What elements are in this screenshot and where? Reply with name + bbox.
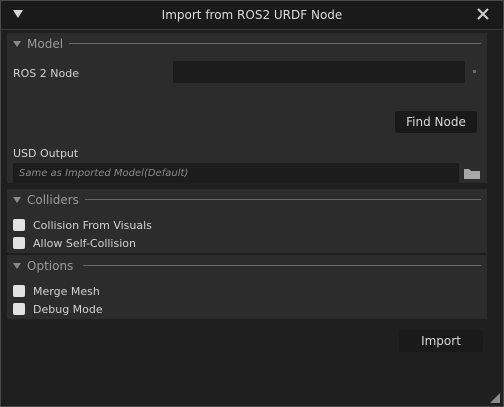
import-dialog: Import from ROS2 URDF Node Model ROS 2 N… (0, 0, 504, 407)
folder-icon[interactable] (463, 167, 481, 180)
model-section-label: Model (27, 37, 64, 51)
status-indicator (473, 70, 476, 73)
colliders-section: Colliders Collision From Visuals Allow S… (7, 189, 487, 253)
collapse-triangle-icon (13, 263, 21, 269)
debug-mode-checkbox[interactable] (13, 303, 25, 315)
colliders-section-label: Colliders (27, 193, 79, 207)
ros2-node-label: ROS 2 Node (13, 67, 79, 80)
title-bar: Import from ROS2 URDF Node (1, 1, 503, 30)
merge-mesh-label: Merge Mesh (33, 285, 100, 298)
collapse-triangle-icon (13, 41, 21, 47)
collapse-triangle-icon (13, 197, 21, 203)
find-node-button[interactable]: Find Node (395, 111, 477, 133)
usd-output-placeholder: Same as Imported Model(Default) (19, 168, 189, 179)
import-button[interactable]: Import (399, 330, 483, 352)
usd-output-input[interactable]: Same as Imported Model(Default) (13, 163, 459, 183)
usd-output-label: USD Output (13, 147, 79, 160)
resize-grip-icon[interactable] (490, 393, 500, 403)
allow-self-collision-checkbox[interactable] (13, 237, 25, 249)
colliders-section-header[interactable]: Colliders (13, 193, 79, 207)
window-title: Import from ROS2 URDF Node (161, 8, 343, 22)
section-divider (85, 199, 481, 200)
collision-from-visuals-label: Collision From Visuals (33, 219, 152, 232)
options-section: Options Merge Mesh Debug Mode (7, 255, 487, 319)
options-section-label: Options (27, 259, 74, 273)
section-divider (83, 265, 481, 266)
merge-mesh-checkbox[interactable] (13, 285, 25, 297)
debug-mode-label: Debug Mode (33, 303, 103, 316)
options-section-header[interactable]: Options (13, 259, 73, 273)
ros2-node-input[interactable] (173, 61, 465, 83)
model-section: Model ROS 2 Node Find Node USD Output Sa… (7, 33, 487, 183)
section-divider (69, 43, 481, 44)
model-section-header[interactable]: Model (13, 37, 63, 51)
collision-from-visuals-checkbox[interactable] (13, 219, 25, 231)
allow-self-collision-label: Allow Self-Collision (33, 237, 136, 250)
close-icon[interactable] (475, 6, 491, 22)
